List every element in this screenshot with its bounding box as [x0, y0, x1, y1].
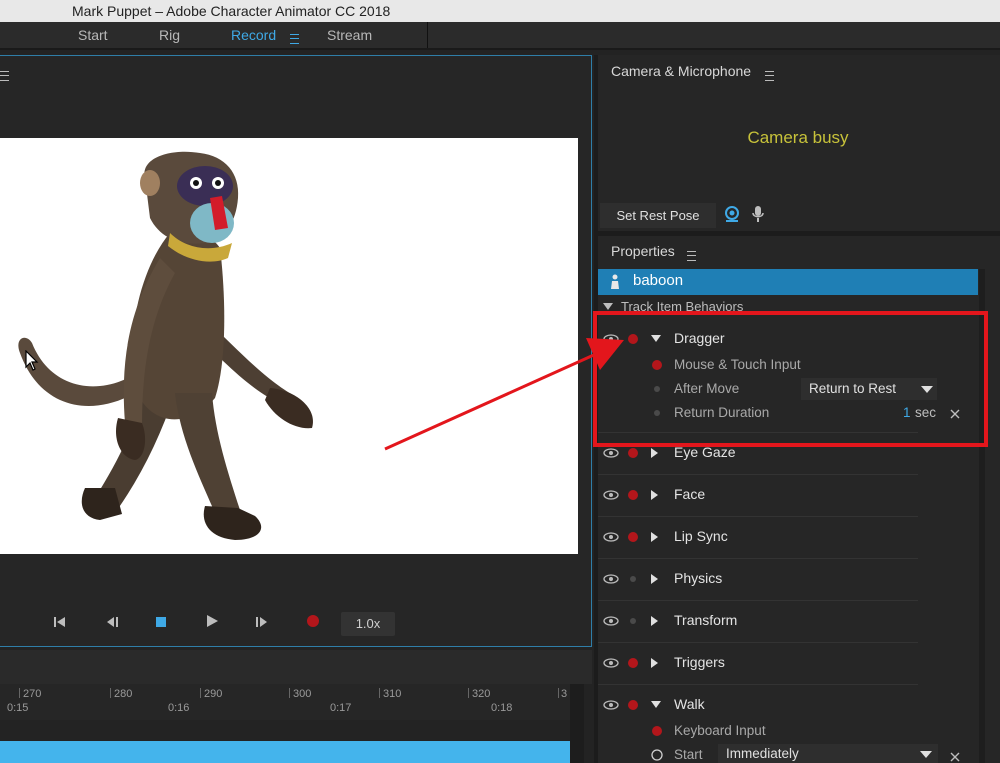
webcam-icon[interactable]: [724, 206, 740, 223]
arm-record-icon[interactable]: [628, 490, 638, 500]
record-button-icon[interactable]: [303, 614, 323, 634]
workspace-divider: [427, 22, 428, 48]
row-separator: [598, 516, 918, 517]
visibility-eye-icon[interactable]: [603, 574, 619, 584]
row-separator: [598, 474, 918, 475]
expand-behavior-icon[interactable]: [651, 490, 658, 500]
visibility-eye-icon[interactable]: [603, 616, 619, 626]
tab-start[interactable]: Start: [78, 27, 108, 43]
frame-tick: 320: [472, 688, 491, 700]
frame-tick: 3: [561, 688, 568, 700]
section-expand-icon[interactable]: [603, 303, 613, 310]
tab-record[interactable]: Record: [231, 27, 276, 43]
time-label: 0:17: [330, 702, 352, 714]
highlight-box: [593, 311, 988, 447]
properties-panel-title: Properties: [611, 243, 675, 259]
walk-start-dropdown[interactable]: Immediately: [718, 744, 938, 763]
scene-canvas[interactable]: [0, 138, 578, 554]
title-bar: Mark Puppet – Adobe Character Animator C…: [0, 0, 1000, 22]
puppet-name: baboon: [633, 272, 684, 289]
arm-record-off-icon[interactable]: [630, 618, 636, 624]
behavior-name: Lip Sync: [674, 528, 728, 544]
visibility-eye-icon[interactable]: [603, 658, 619, 668]
camera-panel-menu-icon[interactable]: [765, 68, 774, 86]
arm-record-icon[interactable]: [628, 532, 638, 542]
workspace-menu-icon[interactable]: [290, 31, 299, 47]
arm-record-icon[interactable]: [628, 658, 638, 668]
row-separator: [598, 684, 918, 685]
stop-icon[interactable]: [151, 614, 171, 634]
row-separator: [598, 558, 918, 559]
playback-speed[interactable]: 1.0x: [341, 612, 395, 636]
timeline-scrollbar[interactable]: [570, 684, 584, 763]
frame-tick: 270: [23, 688, 42, 700]
arm-record-off-icon[interactable]: [630, 576, 636, 582]
track-item-bar[interactable]: [0, 741, 570, 763]
workspace-bar: Start Rig Record Stream: [0, 22, 1000, 50]
puppet-icon: [611, 274, 619, 289]
baboon-puppet-image: [18, 151, 313, 540]
time-label: 0:18: [491, 702, 513, 714]
properties-menu-icon[interactable]: [687, 248, 696, 266]
param-start-label: Start: [674, 747, 703, 762]
window-title: Mark Puppet – Adobe Character Animator C…: [72, 3, 391, 19]
tab-rig[interactable]: Rig: [159, 27, 180, 43]
scene-menu-icon[interactable]: [0, 68, 9, 86]
frame-tick: 310: [383, 688, 402, 700]
close-icon[interactable]: [950, 752, 960, 762]
behavior-name-walk: Walk: [674, 696, 705, 712]
param-keyboard-input: Keyboard Input: [674, 723, 766, 738]
collapse-behavior-icon[interactable]: [651, 701, 661, 708]
expand-behavior-icon[interactable]: [651, 616, 658, 626]
expand-behavior-icon[interactable]: [651, 574, 658, 584]
timeline-ruler[interactable]: 270 280 290 300 310 320 3 0:15 0:16 0:17…: [0, 684, 570, 720]
step-back-icon[interactable]: [102, 614, 122, 634]
time-label: 0:16: [168, 702, 190, 714]
row-separator: [598, 600, 918, 601]
tab-stream[interactable]: Stream: [327, 27, 372, 43]
behavior-name: Face: [674, 486, 706, 502]
set-rest-pose-button[interactable]: Set Rest Pose: [600, 203, 716, 228]
frame-tick: 280: [114, 688, 133, 700]
behavior-name: Transform: [674, 612, 738, 628]
visibility-eye-icon[interactable]: [603, 490, 619, 500]
param-armed-icon[interactable]: [652, 726, 662, 736]
param-trigger-circle-icon[interactable]: [651, 749, 663, 761]
play-icon[interactable]: [202, 614, 222, 634]
frame-tick: 300: [293, 688, 312, 700]
timeline-header: [0, 650, 592, 684]
expand-behavior-icon[interactable]: [651, 448, 658, 458]
behavior-name: Physics: [674, 570, 723, 586]
arm-record-icon[interactable]: [628, 448, 638, 458]
camera-panel-title: Camera & Microphone: [611, 63, 752, 79]
camera-status: Camera busy: [747, 128, 849, 147]
expand-behavior-icon[interactable]: [651, 658, 658, 668]
mouse-cursor-icon: [25, 350, 39, 371]
visibility-eye-icon[interactable]: [603, 532, 619, 542]
arm-record-icon[interactable]: [628, 700, 638, 710]
go-to-start-icon[interactable]: [50, 614, 70, 634]
time-label: 0:15: [7, 702, 29, 714]
chevron-down-icon: [920, 751, 932, 758]
frame-tick: 290: [204, 688, 223, 700]
visibility-eye-icon[interactable]: [603, 700, 619, 710]
row-separator: [598, 642, 918, 643]
expand-behavior-icon[interactable]: [651, 532, 658, 542]
step-forward-icon[interactable]: [252, 614, 272, 634]
microphone-icon[interactable]: [751, 205, 765, 223]
behavior-name: Triggers: [674, 654, 725, 670]
walk-start-value: Immediately: [726, 746, 799, 761]
visibility-eye-icon[interactable]: [603, 448, 619, 458]
